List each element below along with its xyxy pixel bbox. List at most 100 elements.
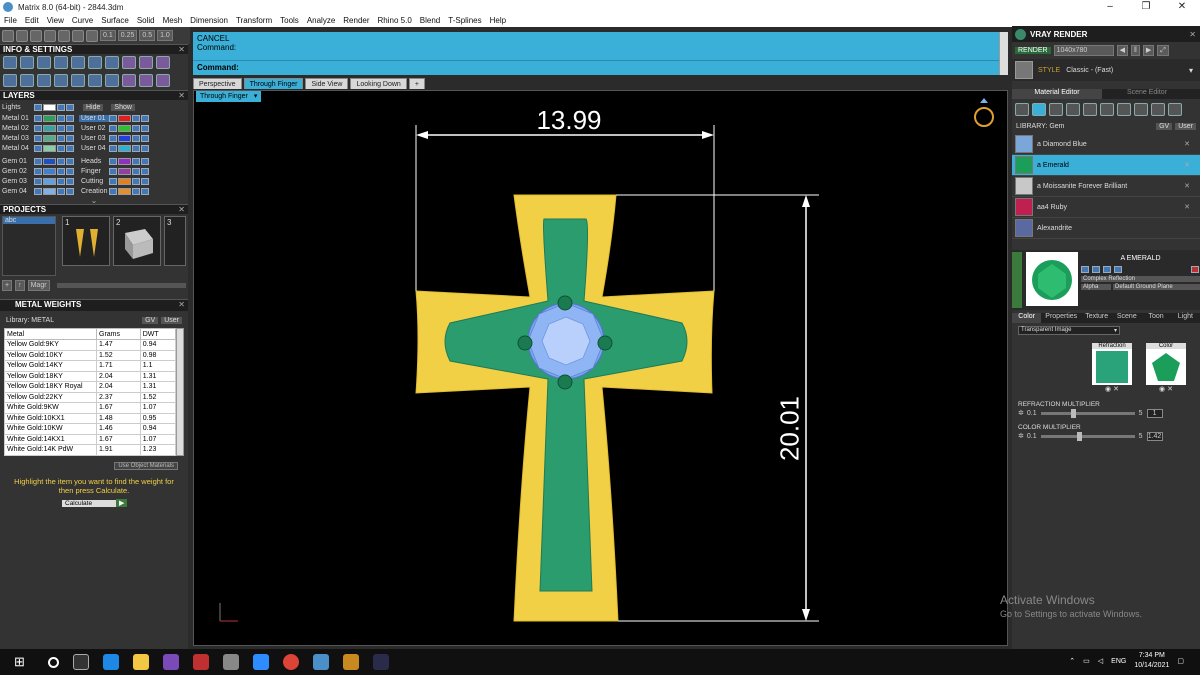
visible-icon[interactable] [109,187,117,195]
menu-render[interactable]: Render [339,16,373,25]
gv-button[interactable]: GV [142,317,159,324]
bezel-icon[interactable] [122,74,136,87]
gem-material-icon[interactable] [1049,103,1063,116]
visible-icon[interactable] [34,114,42,122]
lock-icon[interactable] [132,134,140,142]
view-tool-icon[interactable] [86,29,98,42]
remove-material-icon[interactable]: ✕ [1184,203,1190,211]
table-row[interactable]: White Gold:14KX1 1.67 1.07 [4,433,177,445]
project-thumb-1[interactable]: 1 [62,216,110,266]
chrome-icon[interactable] [283,654,299,670]
style-value[interactable]: Classic - (Fast) [1066,67,1113,74]
layer-option-icon[interactable] [141,144,149,152]
minimize-button[interactable]: – [1092,0,1128,14]
column-header-metal[interactable]: Metal [4,328,97,340]
lock-icon[interactable] [132,114,140,122]
refraction-value[interactable]: 1 [1146,408,1163,418]
light-icon[interactable] [20,74,34,87]
layer-option-icon[interactable] [66,124,74,132]
layer-option-icon[interactable] [66,177,74,185]
menu-blend[interactable]: Blend [416,16,444,25]
material-tool-icon[interactable] [1103,266,1111,273]
color-map-controls[interactable]: ◉ ✕ [1146,385,1186,393]
save-material-icon[interactable] [1117,103,1131,116]
refraction-map[interactable] [1092,349,1132,385]
file-explorer-icon[interactable] [133,654,149,670]
visible-icon[interactable] [34,157,42,165]
slider-track[interactable] [1040,408,1135,418]
subtab-properties[interactable]: Properties [1041,313,1081,323]
slider-track[interactable] [1040,431,1135,441]
tab-through-finger[interactable]: Through Finger [243,78,304,89]
lock-icon[interactable] [132,124,140,132]
menu-transform[interactable]: Transform [232,16,276,25]
layer-color-swatch[interactable] [43,157,56,165]
layer-color-swatch[interactable] [118,134,131,142]
gv-button[interactable]: GV [1156,123,1173,130]
network-icon[interactable]: ▭ [1083,657,1090,665]
user-layer-name[interactable]: User 02 [79,125,109,132]
ring-icon[interactable] [139,56,153,69]
layer-option-icon[interactable] [141,177,149,185]
layer-option-icon[interactable] [141,167,149,175]
shank-icon[interactable] [156,74,170,87]
chevron-up-icon[interactable]: ⌃ [1069,657,1075,665]
step-value-3[interactable]: 0.5 [139,30,156,41]
subtab-color[interactable]: Color [1012,313,1042,323]
close-icon[interactable]: ✕ [178,91,185,101]
refraction-multiplier-slider[interactable]: ✲ 0.1 5 1 [1018,408,1194,418]
edit-icon[interactable] [88,56,102,69]
globe-icon[interactable] [37,74,51,87]
lock-icon[interactable] [132,157,140,165]
material-list-item[interactable]: a Diamond Blue ✕ [1012,134,1200,155]
tab-add[interactable]: + [408,78,425,89]
subtab-toon[interactable]: Toon [1141,313,1170,323]
close-icon[interactable]: ✕ [178,45,185,55]
material-list-item[interactable]: Alexandrite [1012,218,1200,239]
layer-color-swatch[interactable] [43,114,56,122]
expand-icon[interactable]: ⤢ [1157,45,1169,56]
viewport-through-finger[interactable]: 13.99 20.01 [193,90,1008,646]
layer-color-swatch[interactable] [43,103,56,111]
menu-curve[interactable]: Curve [68,16,97,25]
windows-start-icon[interactable]: ⊞ [14,654,30,670]
visible-icon[interactable] [109,144,117,152]
refraction-map-controls[interactable]: ◉ ✕ [1092,385,1132,393]
material-icon[interactable] [1032,103,1046,116]
table-row[interactable]: Yellow Gold:18KY Royal 2.04 1.31 [4,381,177,393]
prev-icon[interactable]: ◀ [1116,45,1128,56]
remove-material-icon[interactable]: ✕ [1184,140,1190,148]
lock-icon[interactable] [57,144,65,152]
user-layer-name[interactable]: Creation [79,188,109,195]
material-list-item[interactable]: a Emerald ✕ [1012,155,1200,176]
texture-icon[interactable] [1083,103,1097,116]
close-icon[interactable]: ✕ [1189,30,1196,39]
close-button[interactable]: ✕ [1164,0,1200,14]
pause-icon[interactable]: ‖ [1130,45,1140,56]
menu-rhino[interactable]: Rhino 5.0 [374,16,416,25]
table-row[interactable]: Yellow Gold:10KY 1.52 0.98 [4,349,177,361]
edge-browser-icon[interactable] [103,654,119,670]
color-multiplier-slider[interactable]: ✲ 0.1 5 1.42 [1018,431,1194,441]
delete-material-icon[interactable] [1134,103,1148,116]
layer-color-swatch[interactable] [43,144,56,152]
menu-surface[interactable]: Surface [97,16,133,25]
gem-icon[interactable] [122,56,136,69]
cylinder-icon[interactable] [71,74,85,87]
measure-icon[interactable] [37,56,51,69]
visible-icon[interactable] [109,157,117,165]
line-tool-icon[interactable] [30,29,42,42]
visible-icon[interactable] [34,167,42,175]
menu-solid[interactable]: Solid [133,16,159,25]
menu-tools[interactable]: Tools [276,16,303,25]
user-button[interactable]: User [1175,123,1196,130]
menu-analyze[interactable]: Analyze [303,16,339,25]
visible-icon[interactable] [109,134,117,142]
alpha-field[interactable]: Alpha [1081,284,1111,290]
menu-help[interactable]: Help [486,16,510,25]
app-icon-4[interactable] [343,654,359,670]
render-button[interactable]: RENDER [1015,47,1051,54]
layer-color-swatch[interactable] [43,177,56,185]
project-item[interactable]: abc [3,217,55,224]
visible-icon[interactable] [109,114,117,122]
